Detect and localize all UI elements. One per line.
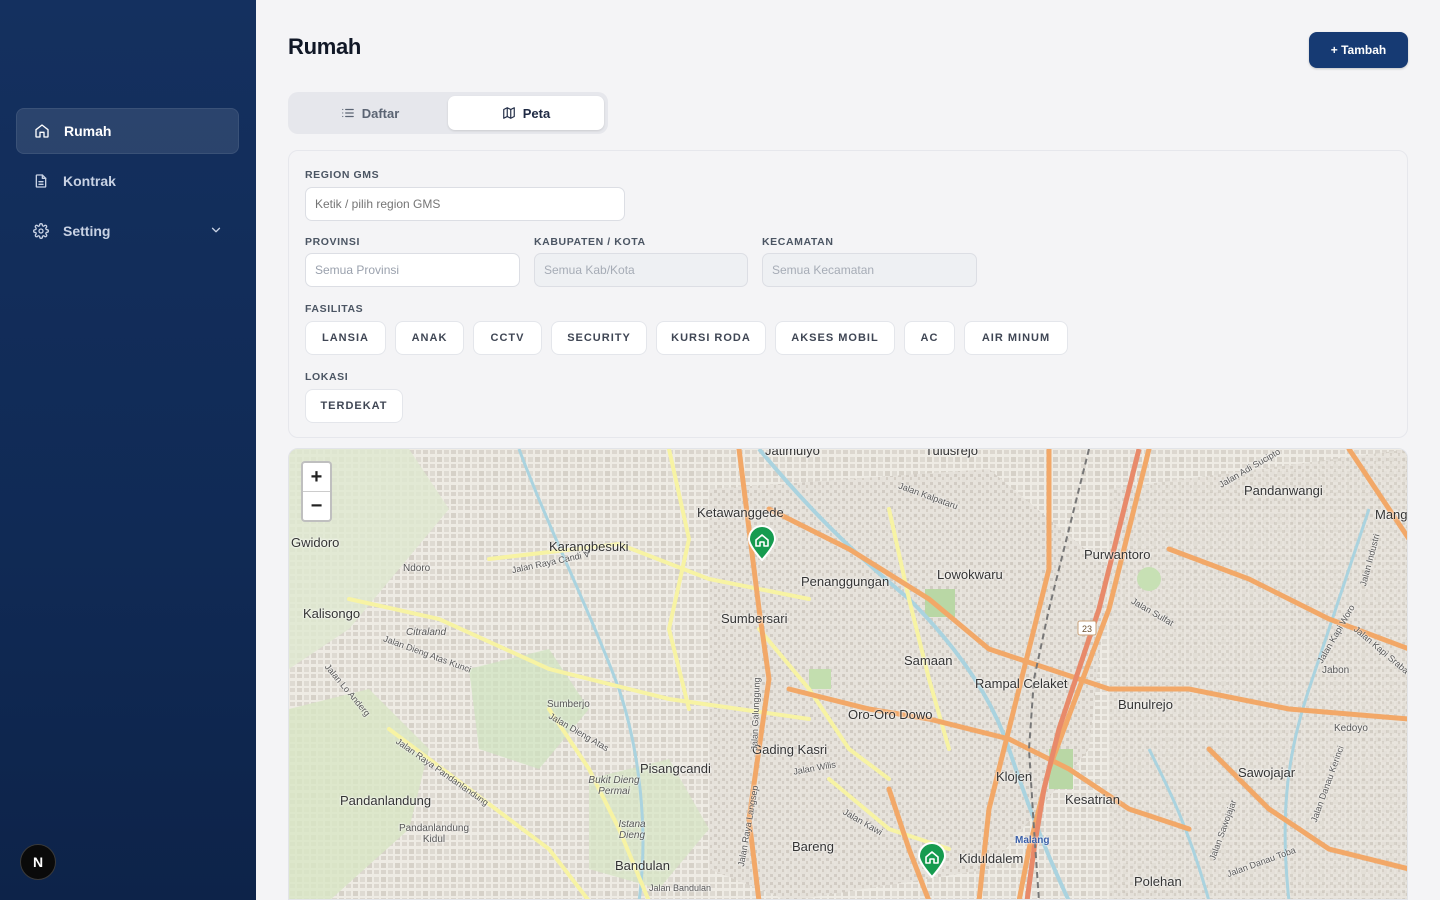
map-label: Pisangcandi [640, 761, 711, 776]
chip-air-minum[interactable]: AIR MINUM [964, 321, 1068, 355]
zoom-control: + − [301, 461, 332, 522]
map-label: Bukit Dieng Permai [588, 775, 640, 797]
map-label: Purwantoro [1084, 547, 1151, 562]
list-icon [341, 108, 354, 118]
tab-label: Peta [522, 105, 551, 121]
map-label: Rampal Celaket [975, 676, 1068, 691]
map-label: Kalisongo [303, 606, 361, 621]
page-title: Rumah [288, 34, 362, 59]
lokasi-label: LOKASI [305, 371, 349, 383]
kabupaten-label: KABUPATEN / KOTA [534, 236, 646, 248]
map-label: Sumberjo [547, 699, 590, 710]
map-label: Lowokwaru [937, 567, 1003, 582]
map-label: Penanggungan [801, 574, 890, 589]
sidebar-item-setting[interactable]: Setting [16, 208, 239, 254]
map-label: Samaan [904, 653, 953, 668]
region-input[interactable] [305, 187, 625, 221]
add-button[interactable]: + Tambah [1309, 32, 1408, 68]
sidebar-item-label: Setting [63, 223, 111, 239]
map-label: Istana Dieng [618, 819, 646, 841]
map-label: Citraland [406, 627, 447, 638]
chip-security[interactable]: SECURITY [551, 321, 647, 355]
home-icon [33, 122, 51, 140]
next-badge[interactable]: N [20, 844, 56, 880]
road-label: Jalan Bandulan [649, 883, 712, 893]
map-label: Pandanlandung [340, 793, 432, 808]
zoom-in-button[interactable]: + [303, 463, 330, 492]
house-marker-icon[interactable] [917, 842, 947, 878]
map-label: Sumbersari [721, 611, 788, 626]
kecamatan-select[interactable]: Semua Kecamatan [762, 253, 977, 287]
sidebar: Rumah Kontrak Setting N [0, 0, 256, 900]
map-label: Bunulrejo [1118, 697, 1173, 712]
map-label: Jabon [1322, 665, 1350, 676]
sidebar-item-label: Rumah [64, 123, 112, 139]
map-label: Mang [1375, 507, 1408, 522]
tab-peta[interactable]: Peta [448, 96, 604, 130]
map-label: Polehan [1134, 874, 1182, 889]
sidebar-item-rumah[interactable]: Rumah [16, 108, 239, 154]
map-label: Kesatrian [1065, 792, 1120, 807]
gear-icon [32, 222, 50, 240]
map-label: Bandulan [615, 858, 670, 873]
provinsi-label: PROVINSI [305, 236, 360, 248]
map-icon [502, 107, 515, 119]
chip-kursi-roda[interactable]: KURSI RODA [656, 321, 766, 355]
map-label: Malang [1015, 835, 1050, 846]
map-label: Pandanlandung Kidul [398, 823, 470, 845]
chip-anak[interactable]: ANAK [395, 321, 464, 355]
chevron-down-icon [211, 227, 221, 233]
map-label: Kedoyo [1334, 723, 1368, 734]
chip-akses-mobil[interactable]: AKSES MOBIL [775, 321, 895, 355]
map-label: Pandanwangi [1244, 483, 1323, 498]
kabupaten-select[interactable]: Semua Kab/Kota [534, 253, 748, 287]
document-icon [32, 172, 50, 190]
map-label: Tulusrejo [925, 448, 978, 458]
svg-text:23: 23 [1082, 624, 1092, 634]
region-label: REGION GMS [305, 169, 380, 181]
map-label: Sawojajar [1238, 765, 1296, 780]
view-tabs: Daftar Peta [288, 92, 608, 134]
chip-terdekat[interactable]: TERDEKAT [305, 389, 403, 423]
kecamatan-label: KECAMATAN [762, 236, 834, 248]
tab-label: Daftar [361, 105, 400, 121]
chip-cctv[interactable]: CCTV [473, 321, 542, 355]
map-label: Ketawanggede [697, 505, 784, 520]
sidebar-item-label: Kontrak [63, 173, 116, 189]
map-label: Oro-Oro Dowo [848, 707, 933, 722]
fasilitas-label: FASILITAS [305, 303, 364, 315]
zoom-out-button[interactable]: − [303, 492, 330, 520]
map-label: Bareng [792, 839, 834, 854]
chip-lansia[interactable]: LANSIA [305, 321, 386, 355]
house-marker-icon[interactable] [747, 525, 777, 561]
map-label: Ndoro [403, 563, 431, 574]
sidebar-item-kontrak[interactable]: Kontrak [16, 158, 239, 204]
map-label: Klojen [996, 769, 1033, 784]
map-label: Kiduldalem [959, 851, 1024, 866]
map-label: Gwidoro [291, 535, 340, 550]
map-label: Jatimulyo [765, 448, 820, 458]
tab-daftar[interactable]: Daftar [292, 96, 448, 130]
map-label: Gading Kasri [752, 742, 828, 757]
chip-ac[interactable]: AC [904, 321, 955, 355]
filter-panel: REGION GMS PROVINSI Semua Provinsi KABUP… [288, 150, 1408, 438]
map-view[interactable]: 23 Jatimulyo Tulusrejo Pandanwangi Ketaw… [288, 448, 1408, 900]
provinsi-select[interactable]: Semua Provinsi [305, 253, 520, 287]
